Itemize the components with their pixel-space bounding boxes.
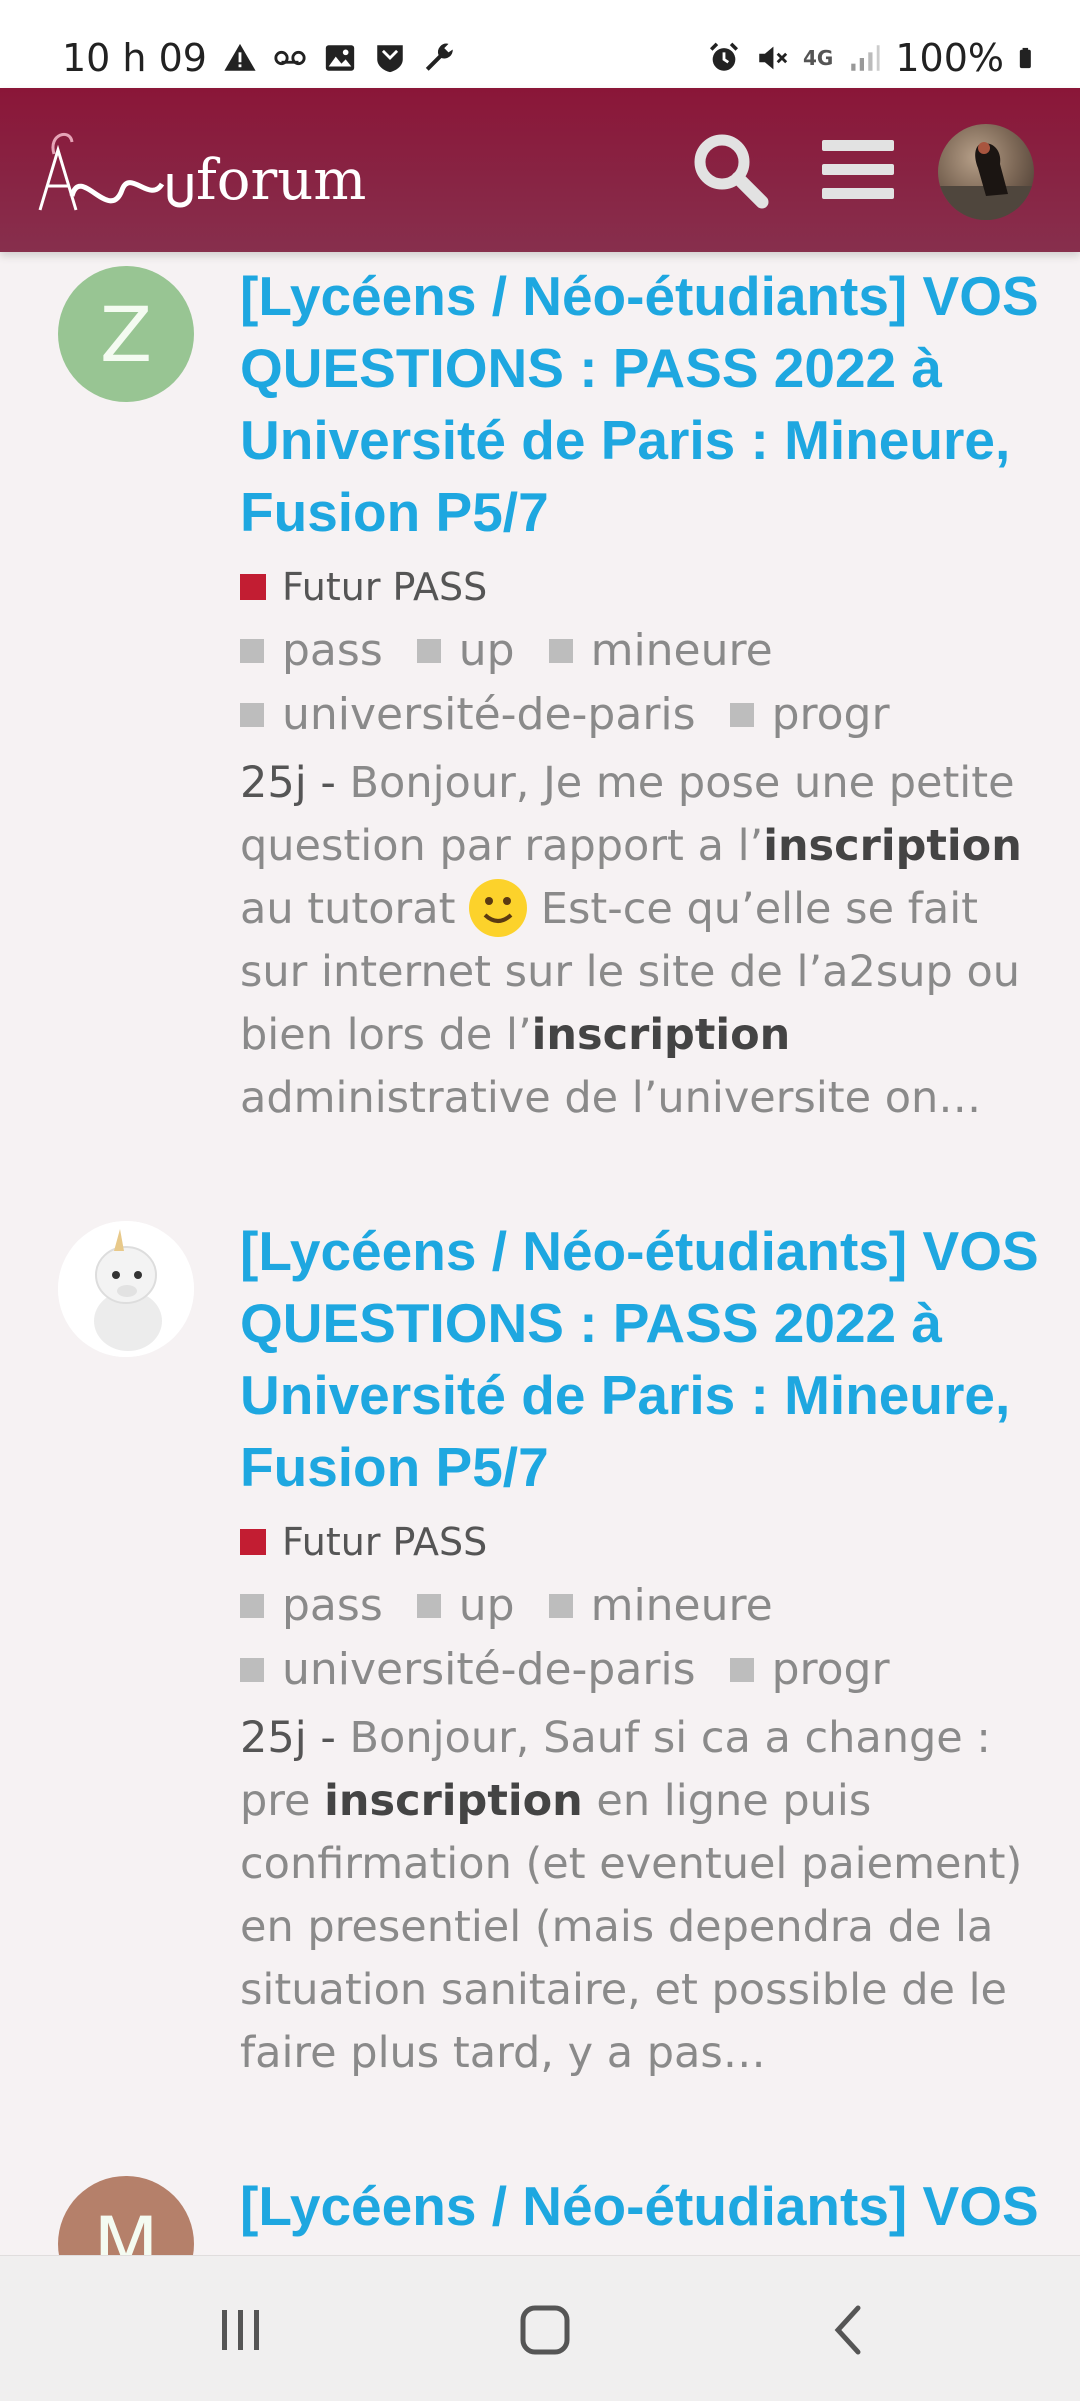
voicemail-icon bbox=[274, 50, 306, 66]
home-icon bbox=[520, 2305, 570, 2355]
topic-title-link[interactable]: [Lycéens / Néo-étudiants] VOS QUESTIONS … bbox=[240, 1215, 1040, 1503]
tag[interactable]: pass bbox=[240, 1575, 383, 1637]
category-color-swatch bbox=[240, 1529, 266, 1555]
unicorn-plush-avatar-icon bbox=[58, 1221, 194, 1357]
category-color-swatch bbox=[240, 574, 266, 600]
status-bar: 10 h 09 4G 100% bbox=[0, 0, 1080, 88]
battery-icon bbox=[1019, 47, 1031, 69]
search-highlight: inscription bbox=[531, 1010, 791, 1060]
avatar[interactable] bbox=[58, 1221, 194, 1357]
avatar-letter: Z bbox=[99, 289, 153, 379]
recent-apps-button[interactable] bbox=[206, 2300, 276, 2360]
tag[interactable]: progr bbox=[729, 1639, 890, 1701]
back-icon bbox=[834, 2305, 861, 2355]
search-button[interactable] bbox=[688, 128, 772, 212]
warning-icon bbox=[224, 43, 256, 71]
image-icon bbox=[325, 45, 355, 71]
clock: 10 h 09 bbox=[62, 36, 207, 80]
search-highlight: inscription bbox=[763, 821, 1022, 871]
a2sup-logo-icon bbox=[38, 132, 193, 211]
hamburger-icon bbox=[822, 140, 894, 199]
category-badge[interactable]: Futur PASS bbox=[240, 560, 1040, 614]
search-icon bbox=[694, 134, 769, 209]
tag[interactable]: mineure bbox=[548, 1575, 773, 1637]
signal-icon bbox=[851, 45, 880, 71]
search-highlight: inscription bbox=[324, 1776, 583, 1826]
wrench-icon bbox=[425, 43, 453, 71]
post-excerpt[interactable]: 25j - Bonjour, Je me pose une petite que… bbox=[240, 752, 1040, 1130]
tag-list: pass up mineure université-de-paris prog… bbox=[240, 1573, 1040, 1701]
tag[interactable]: pass bbox=[240, 620, 383, 682]
tag[interactable]: up bbox=[416, 620, 515, 682]
network-type: 4G bbox=[803, 46, 834, 70]
category-label: Futur PASS bbox=[282, 1520, 488, 1564]
tag[interactable]: up bbox=[416, 1575, 515, 1637]
shield-icon bbox=[377, 45, 403, 73]
tag[interactable]: université-de-paris bbox=[240, 684, 696, 746]
home-button[interactable] bbox=[510, 2300, 580, 2360]
menu-button[interactable] bbox=[816, 128, 900, 212]
tag-list: pass up mineure université-de-paris prog… bbox=[240, 618, 1040, 746]
tag[interactable]: mineure bbox=[548, 620, 773, 682]
battery-percent: 100% bbox=[895, 36, 1004, 80]
avatar[interactable]: Z bbox=[58, 266, 194, 402]
tag[interactable]: université-de-paris bbox=[240, 1639, 696, 1701]
system-navigation-bar bbox=[0, 2255, 1080, 2401]
post-age: 25j bbox=[240, 1713, 307, 1763]
back-button[interactable] bbox=[814, 2300, 884, 2360]
post-age: 25j bbox=[240, 758, 307, 808]
post-excerpt[interactable]: 25j - Bonjour, Sauf si ca a change : pre… bbox=[240, 1707, 1040, 2085]
category-badge[interactable]: Futur PASS bbox=[240, 1515, 1040, 1569]
category-label: Futur PASS bbox=[282, 565, 488, 609]
topic-title-link[interactable]: [Lycéens / Néo-étudiants] VOS QUESTIONS … bbox=[240, 260, 1040, 548]
smiley-emoji-icon bbox=[469, 879, 528, 937]
recent-apps-icon bbox=[222, 2310, 259, 2350]
mute-icon bbox=[759, 46, 788, 70]
tag[interactable]: progr bbox=[729, 684, 890, 746]
bird-avatar-icon bbox=[938, 142, 1034, 220]
site-header: forum bbox=[0, 88, 1080, 252]
alarm-icon bbox=[710, 42, 739, 71]
user-avatar[interactable] bbox=[938, 124, 1034, 220]
logo-text: forum bbox=[196, 148, 367, 213]
